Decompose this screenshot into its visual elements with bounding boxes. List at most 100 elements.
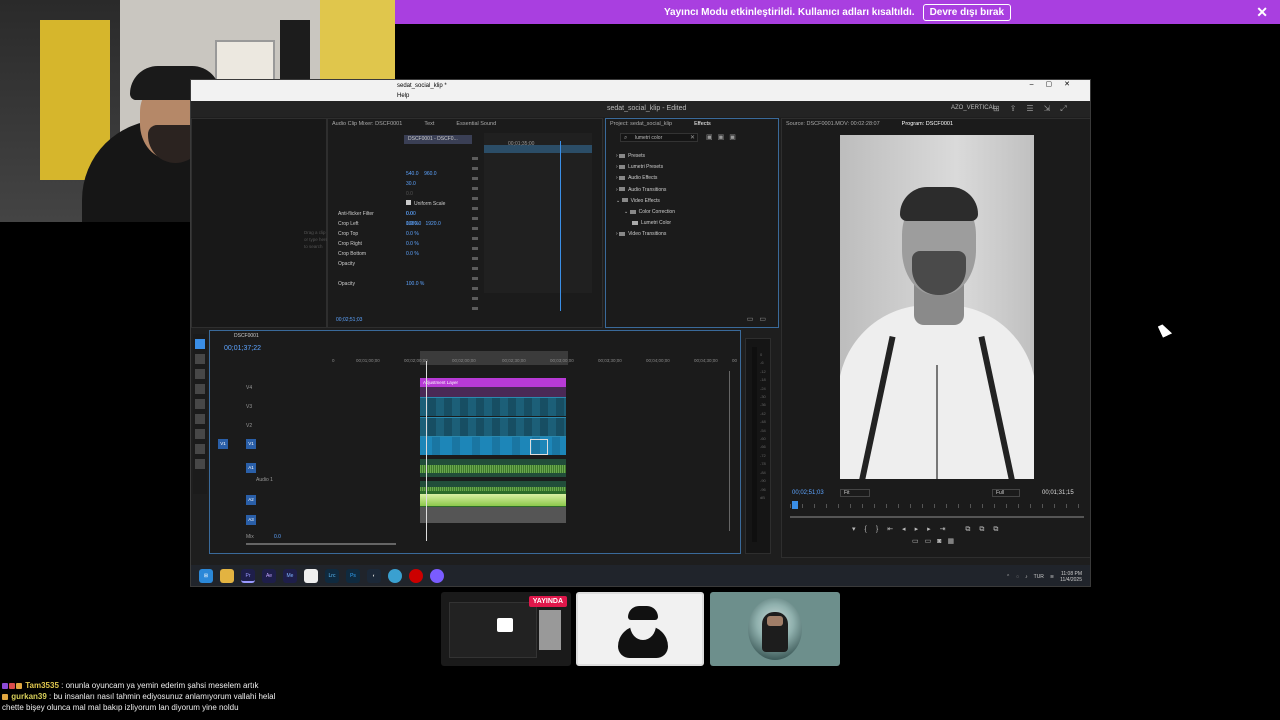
- premiere-icon[interactable]: Pr: [241, 569, 255, 583]
- adjustment-layer-clip[interactable]: Adjustment Layer: [420, 378, 566, 387]
- track-target-v1[interactable]: V1: [218, 439, 228, 449]
- selection-tool-icon[interactable]: [195, 339, 205, 349]
- project-footer-icons[interactable]: ▭▭: [747, 315, 772, 323]
- participant-tile-avatar[interactable]: [576, 592, 704, 666]
- effect-timeline[interactable]: 00;01;35;00: [484, 133, 592, 311]
- program-current-time[interactable]: 00;02;51;03: [792, 490, 824, 496]
- resolution-select[interactable]: Full: [992, 489, 1020, 497]
- program-scrubber[interactable]: [790, 516, 1084, 518]
- tree-item-lumetri-color: Lumetri Color: [616, 218, 675, 229]
- track-a3[interactable]: A3: [246, 515, 256, 525]
- premiere-window: sedat_social_klip * –▢✕ Help sedat_socia…: [190, 79, 1091, 587]
- meter-bar: [752, 347, 757, 542]
- participant-tile-profile[interactable]: [710, 592, 840, 666]
- prop-anti-flicker: Anti-flicker Filter: [338, 211, 374, 217]
- effects-search-input[interactable]: ⌕ lumetri color: [620, 133, 698, 142]
- empty-track-area: [420, 507, 566, 523]
- wifi-icon[interactable]: ≋: [1050, 574, 1054, 580]
- slip-tool-icon[interactable]: [195, 399, 205, 409]
- photoshop-icon[interactable]: Ps: [346, 569, 360, 583]
- track-select-tool-icon[interactable]: [195, 354, 205, 364]
- program-playhead[interactable]: [792, 501, 798, 509]
- tab-text[interactable]: Text: [424, 119, 434, 129]
- timeline-vscroll[interactable]: [729, 371, 730, 531]
- program-ruler[interactable]: [790, 504, 1084, 508]
- track-a2[interactable]: A2: [246, 495, 256, 505]
- sequence-name[interactable]: DSCF0001: [234, 333, 259, 339]
- participant-tile-screen[interactable]: YAYINDA: [441, 592, 571, 666]
- badge-icon: [2, 693, 8, 700]
- clip-v2[interactable]: [420, 417, 566, 436]
- tab-essential-sound[interactable]: Essential Sound: [456, 119, 496, 129]
- audio-clip-a1[interactable]: [420, 459, 566, 477]
- tab-source[interactable]: Source: DSCF0001.MOV: 00:02:28:07: [786, 119, 880, 129]
- meter-scale: 0 -6 -12 -18 -24 -30 -36 -42 -48 -54 -60…: [760, 352, 766, 500]
- tree-item-audio-transitions: › Audio Transitions: [616, 186, 667, 193]
- discord-icon[interactable]: [430, 569, 444, 583]
- mix-value[interactable]: 0.0: [274, 534, 281, 540]
- adjustment-layer-clip-body[interactable]: [420, 387, 566, 397]
- ripple-edit-tool-icon[interactable]: [195, 369, 205, 379]
- track-v2[interactable]: V2: [246, 423, 252, 429]
- start-icon[interactable]: ⊞: [199, 569, 213, 583]
- track-v4[interactable]: V4: [246, 385, 252, 391]
- preview-thumbnail: [539, 610, 561, 650]
- header-icons[interactable]: ⊞⇪☰⇲⤢: [993, 104, 1077, 114]
- monitor-buttons[interactable]: ▭▭◙▦: [912, 537, 960, 545]
- effects-tree[interactable]: › Presets › Lumetri Presets › Audio Effe…: [616, 151, 675, 241]
- streamer-mode-banner: Yayıncı Modu etkinleştirildi. Kullanıcı …: [395, 0, 1280, 24]
- browser-icon[interactable]: [388, 569, 402, 583]
- workspace-name[interactable]: AZO_VERTICAL: [951, 105, 996, 111]
- clear-search-icon[interactable]: ✕: [690, 134, 695, 141]
- disable-streamer-mode-button[interactable]: Devre dışı bırak: [922, 3, 1012, 21]
- tab-program[interactable]: Program: DSCF0001: [902, 119, 953, 129]
- tab-effects[interactable]: Effects: [694, 119, 711, 129]
- lightroom-icon[interactable]: Lrc: [325, 569, 339, 583]
- effect-playhead[interactable]: [560, 141, 561, 311]
- hand-tool-icon[interactable]: [195, 444, 205, 454]
- steam-icon[interactable]: ◐: [367, 569, 381, 583]
- after-effects-icon[interactable]: Ae: [262, 569, 276, 583]
- reset-icons[interactable]: [472, 157, 478, 317]
- explorer-icon[interactable]: [220, 569, 234, 583]
- volume-icon[interactable]: ♪: [1025, 574, 1028, 580]
- badge-icon: [16, 682, 22, 689]
- track-a1[interactable]: A1: [246, 463, 256, 473]
- type-tool-icon[interactable]: [195, 459, 205, 469]
- close-icon[interactable]: ✕: [1256, 4, 1268, 21]
- timeline-ruler[interactable]: 0 00;01;00;00 00;02;00;00 00;02;00;00 00…: [330, 355, 742, 367]
- zoom-select[interactable]: Fit: [840, 489, 870, 497]
- razor-tool-icon[interactable]: [195, 384, 205, 394]
- rectangle-tool-icon[interactable]: [195, 429, 205, 439]
- clip-selector[interactable]: DSCF0001 - DSCF0...: [404, 135, 472, 144]
- program-duration: 00;01;31;15: [1042, 490, 1074, 496]
- window-title: sedat_social_klip *: [191, 80, 1090, 92]
- tray-chevron-icon[interactable]: ⌃: [1006, 574, 1010, 580]
- media-encoder-icon[interactable]: Me: [283, 569, 297, 583]
- search-icon: ⌕: [624, 135, 628, 141]
- menu-help[interactable]: Help: [191, 92, 1090, 101]
- language-indicator[interactable]: TUR: [1034, 574, 1044, 580]
- timeline-hscroll[interactable]: [246, 543, 396, 545]
- track-mix[interactable]: Mix: [246, 534, 254, 540]
- timeline-time[interactable]: 00;01;37;22: [224, 345, 261, 352]
- taskbar-apps: ⊞ Pr Ae Me Lrc Ps ◐: [199, 569, 444, 583]
- tab-project[interactable]: Project: sedat_social_klip: [610, 119, 672, 129]
- effect-properties[interactable]: Anti-flicker Filter Crop Left Crop Top C…: [338, 209, 374, 289]
- track-v1[interactable]: V1: [246, 439, 256, 449]
- effects-filter-icons[interactable]: ▣▣▣: [706, 133, 741, 141]
- notepad-icon[interactable]: [304, 569, 318, 583]
- track-v3[interactable]: V3: [246, 404, 252, 410]
- pen-tool-icon[interactable]: [195, 414, 205, 424]
- effect-values[interactable]: 0.00 0.0 % 0.0 % 0.0 % 0.0 % 100.0 %: [406, 209, 424, 289]
- tab-audio-clip-mixer[interactable]: Audio Clip Mixer: DSCF0001: [332, 119, 402, 129]
- selected-clip[interactable]: [530, 439, 548, 455]
- clock[interactable]: 11:08 PM 11/4/2025: [1060, 571, 1082, 583]
- clip-v3[interactable]: [420, 397, 566, 416]
- opera-icon[interactable]: [409, 569, 423, 583]
- prop-crop-right: Crop Right: [338, 241, 362, 247]
- transport-controls[interactable]: ▾{}⇤◂▸▸⇥ ⧉⧉⧉: [852, 525, 1007, 534]
- window-controls[interactable]: –▢✕: [1030, 80, 1082, 88]
- timeline-playhead[interactable]: [426, 361, 427, 541]
- network-icon[interactable]: ◌: [1016, 574, 1019, 580]
